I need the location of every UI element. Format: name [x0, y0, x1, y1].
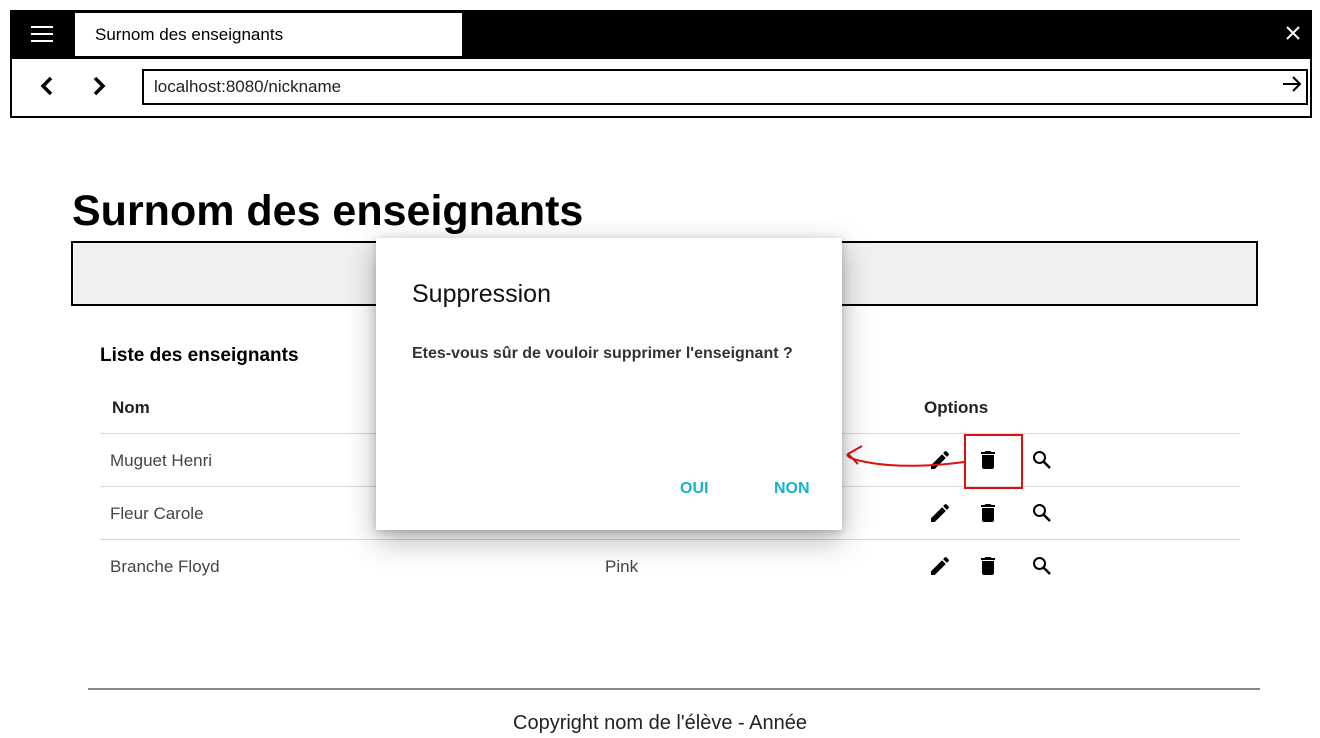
row-actions	[926, 499, 1056, 529]
dialog-message: Etes-vous sûr de vouloir supprimer l'ens…	[412, 345, 793, 362]
pencil-icon	[931, 556, 950, 575]
cancel-button[interactable]: NON	[774, 480, 810, 498]
highlight-box	[964, 434, 1023, 489]
dialog-title: Suppression	[412, 280, 551, 308]
address-bar[interactable]: localhost:8080/nickname	[142, 69, 1308, 105]
footer-divider	[88, 688, 1260, 690]
row-actions	[926, 552, 1056, 582]
cell-nickname: Pink	[605, 557, 639, 576]
page-title: Surnom des enseignants	[72, 187, 584, 235]
edit-button[interactable]	[926, 499, 954, 527]
view-button[interactable]	[1028, 552, 1056, 580]
delete-dialog: Suppression Etes-vous sûr de vouloir sup…	[376, 238, 842, 530]
browser-navbar: localhost:8080/nickname	[10, 57, 1312, 118]
url-text: localhost:8080/nickname	[154, 77, 342, 96]
delete-button[interactable]	[974, 552, 1002, 580]
menu-button[interactable]	[10, 10, 74, 57]
confirm-button[interactable]: OUI	[680, 480, 708, 498]
forward-button[interactable]	[84, 71, 114, 101]
trash-icon	[981, 557, 995, 575]
cell-name: Fleur Carole	[110, 504, 204, 523]
magnifier-icon	[1033, 557, 1051, 575]
annotation-arrow	[846, 445, 965, 467]
close-button[interactable]	[1280, 20, 1306, 46]
column-header-options: Options	[924, 398, 989, 417]
view-button[interactable]	[1028, 446, 1056, 474]
browser-tab[interactable]: Surnom des enseignants	[74, 12, 463, 57]
go-button[interactable]	[1280, 72, 1304, 96]
cell-name: Muguet Henri	[110, 451, 213, 470]
list-title: Liste des enseignants	[100, 345, 299, 366]
cell-name: Branche Floyd	[110, 557, 220, 576]
tab-title: Surnom des enseignants	[95, 24, 284, 44]
view-button[interactable]	[1028, 499, 1056, 527]
magnifier-icon	[1033, 451, 1051, 469]
trash-icon	[981, 504, 995, 522]
edit-button[interactable]	[926, 552, 954, 580]
arrow-right-icon	[1283, 76, 1302, 92]
row-divider	[100, 539, 1240, 540]
magnifier-icon	[1033, 504, 1051, 522]
delete-button[interactable]	[974, 499, 1002, 527]
pencil-icon	[931, 503, 950, 522]
column-header-name: Nom	[112, 398, 150, 417]
footer-copyright: Copyright nom de l'élève - Année	[513, 712, 807, 734]
back-button[interactable]	[32, 71, 62, 101]
menu-icon	[31, 25, 53, 42]
chevron-left-icon	[40, 76, 53, 96]
chevron-right-icon	[93, 76, 106, 96]
browser-titlebar: Surnom des enseignants	[10, 10, 1312, 57]
close-icon	[1286, 26, 1300, 40]
